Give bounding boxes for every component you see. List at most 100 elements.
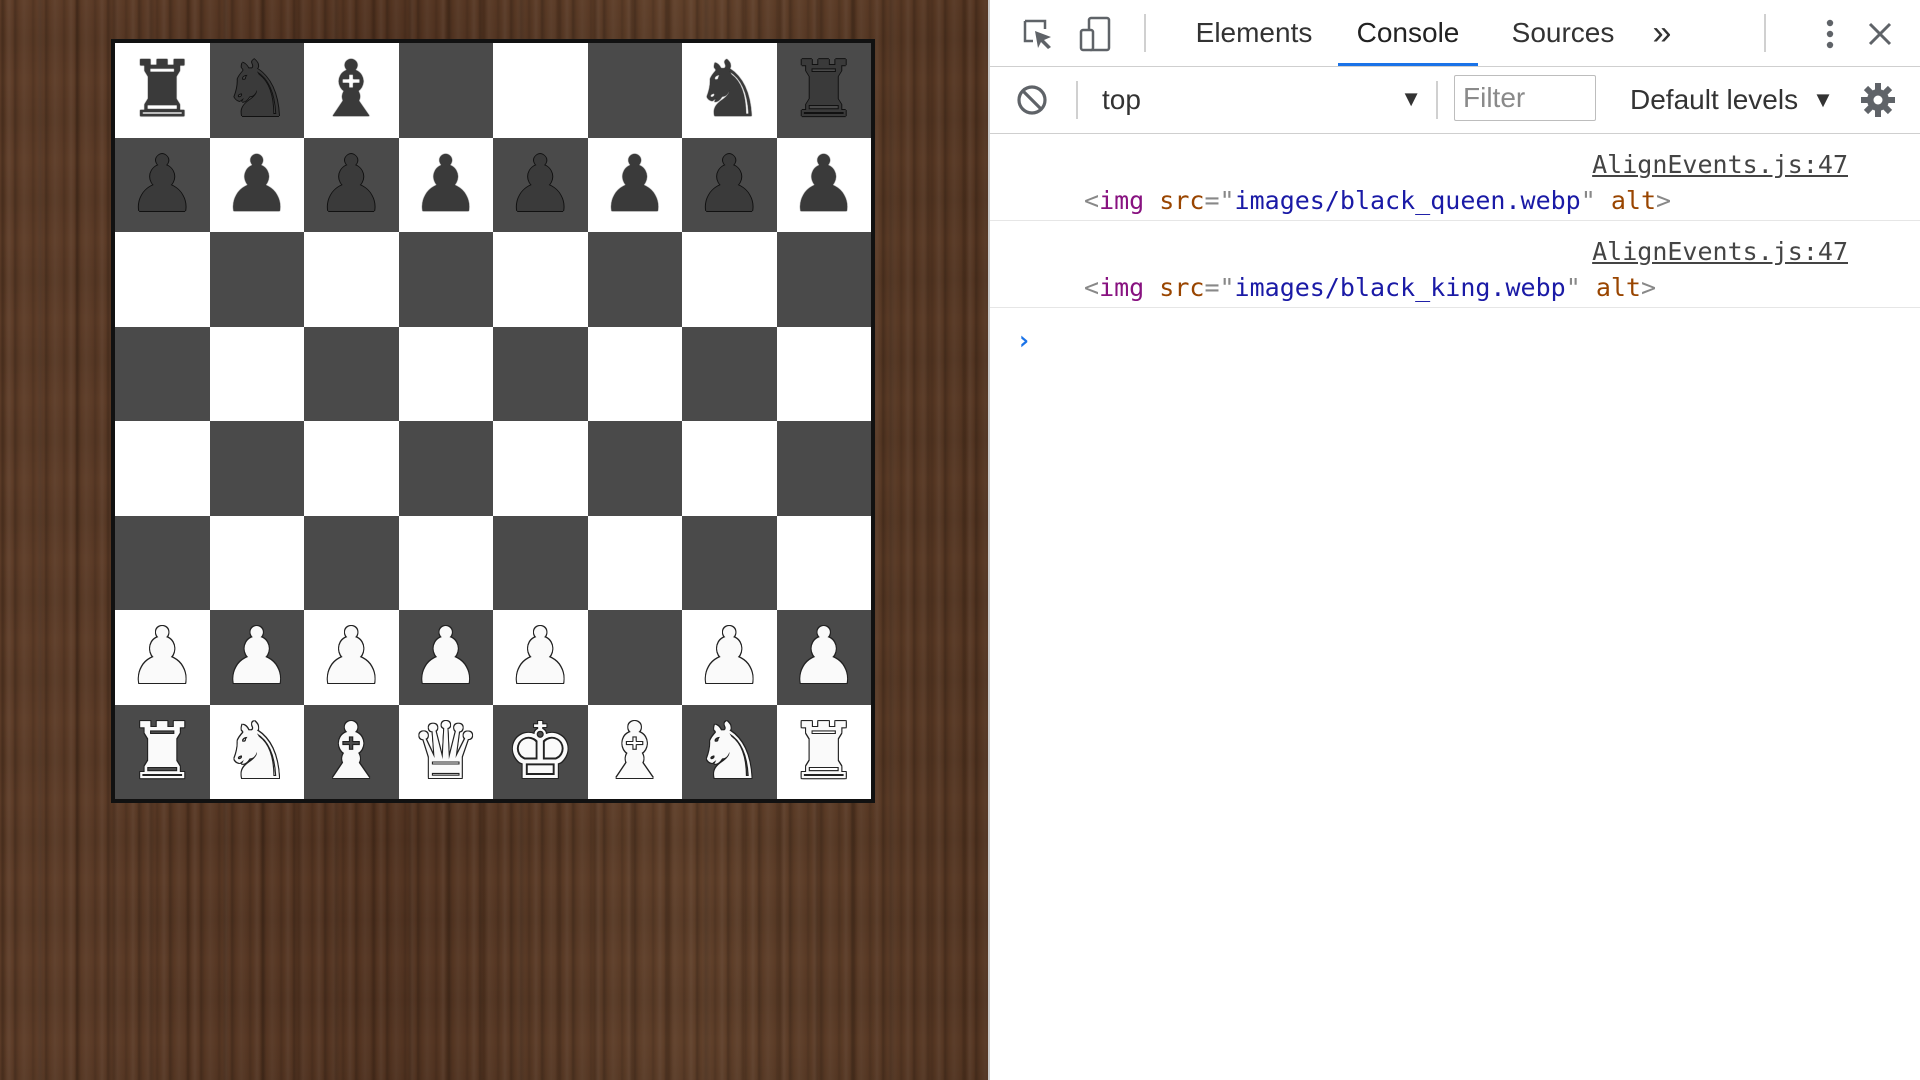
log-levels-select[interactable]: Default levels ▼ — [1630, 80, 1834, 120]
board-square[interactable]: ♟ — [682, 610, 777, 705]
white-pawn-icon[interactable]: ♟ — [789, 618, 859, 696]
board-square[interactable] — [209, 232, 304, 327]
board-square[interactable] — [115, 421, 210, 516]
black-pawn-icon[interactable]: ♟ — [222, 146, 292, 224]
board-square[interactable] — [398, 232, 493, 327]
board-square[interactable]: ♝ — [304, 43, 399, 138]
filter-input[interactable] — [1454, 75, 1596, 121]
board-square[interactable] — [493, 515, 588, 610]
board-square[interactable] — [682, 326, 777, 421]
board-square[interactable]: ♟ — [115, 610, 210, 705]
board-square[interactable] — [209, 515, 304, 610]
board-square[interactable] — [493, 232, 588, 327]
black-pawn-icon[interactable]: ♟ — [600, 146, 670, 224]
board-square[interactable]: ♜ — [776, 704, 871, 799]
board-square[interactable] — [115, 515, 210, 610]
board-square[interactable] — [115, 326, 210, 421]
gear-icon[interactable] — [1858, 80, 1898, 120]
board-square[interactable] — [304, 421, 399, 516]
black-rook-icon[interactable]: ♜ — [127, 51, 197, 129]
board-square[interactable]: ♝ — [587, 704, 682, 799]
board-square[interactable] — [776, 515, 871, 610]
black-knight-icon[interactable]: ♞ — [694, 51, 764, 129]
white-rook-icon[interactable]: ♜ — [789, 713, 859, 791]
board-square[interactable] — [493, 421, 588, 516]
white-knight-icon[interactable]: ♞ — [222, 713, 292, 791]
board-square[interactable]: ♞ — [682, 43, 777, 138]
board-square[interactable] — [587, 326, 682, 421]
tab-console[interactable]: Console — [1338, 0, 1478, 66]
board-square[interactable]: ♟ — [209, 610, 304, 705]
board-square[interactable]: ♟ — [776, 137, 871, 232]
board-square[interactable]: ♜ — [115, 704, 210, 799]
board-square[interactable] — [587, 610, 682, 705]
white-pawn-icon[interactable]: ♟ — [694, 618, 764, 696]
board-square[interactable]: ♟ — [587, 137, 682, 232]
board-square[interactable] — [493, 326, 588, 421]
board-square[interactable]: ♟ — [398, 610, 493, 705]
black-pawn-icon[interactable]: ♟ — [127, 146, 197, 224]
board-square[interactable] — [209, 421, 304, 516]
board-square[interactable]: ♚ — [493, 704, 588, 799]
white-queen-icon[interactable]: ♛ — [411, 713, 481, 791]
board-square[interactable]: ♟ — [304, 610, 399, 705]
board-square[interactable]: ♟ — [493, 137, 588, 232]
board-square[interactable] — [587, 421, 682, 516]
board-square[interactable]: ♟ — [398, 137, 493, 232]
console-prompt[interactable]: › — [1016, 326, 1032, 356]
black-bishop-icon[interactable]: ♝ — [316, 51, 386, 129]
board-square[interactable] — [587, 515, 682, 610]
black-knight-icon[interactable]: ♞ — [222, 51, 292, 129]
log-message[interactable]: <img src="images/black_king.webp" alt> — [1084, 273, 1656, 302]
board-square[interactable] — [682, 421, 777, 516]
tab-sources[interactable]: Sources — [1488, 0, 1638, 66]
board-square[interactable]: ♟ — [115, 137, 210, 232]
board-square[interactable]: ♟ — [304, 137, 399, 232]
black-pawn-icon[interactable]: ♟ — [789, 146, 859, 224]
board-square[interactable]: ♜ — [776, 43, 871, 138]
clear-console-icon[interactable] — [1012, 80, 1052, 120]
board-square[interactable] — [304, 326, 399, 421]
white-pawn-icon[interactable]: ♟ — [411, 618, 481, 696]
white-pawn-icon[interactable]: ♟ — [316, 618, 386, 696]
log-source-link[interactable]: AlignEvents.js:47 — [1592, 150, 1848, 179]
board-square[interactable]: ♟ — [682, 137, 777, 232]
board-square[interactable]: ♞ — [209, 704, 304, 799]
board-square[interactable] — [776, 232, 871, 327]
board-square[interactable] — [493, 43, 588, 138]
board-square[interactable]: ♝ — [304, 704, 399, 799]
execution-context-select[interactable]: top ▼ — [1102, 80, 1422, 120]
log-source-link[interactable]: AlignEvents.js:47 — [1592, 237, 1848, 266]
kebab-menu-icon[interactable] — [1810, 14, 1850, 54]
black-pawn-icon[interactable]: ♟ — [505, 146, 575, 224]
black-pawn-icon[interactable]: ♟ — [694, 146, 764, 224]
white-bishop-icon[interactable]: ♝ — [600, 713, 670, 791]
board-square[interactable]: ♛ — [398, 704, 493, 799]
board-square[interactable]: ♞ — [209, 43, 304, 138]
board-square[interactable] — [304, 515, 399, 610]
log-message[interactable]: <img src="images/black_queen.webp" alt> — [1084, 186, 1671, 215]
board-square[interactable] — [398, 43, 493, 138]
board-square[interactable] — [776, 326, 871, 421]
board-square[interactable] — [398, 326, 493, 421]
more-tabs-icon[interactable]: » — [1638, 0, 1686, 66]
board-square[interactable] — [398, 421, 493, 516]
device-toolbar-icon[interactable] — [1076, 14, 1116, 54]
board-square[interactable]: ♟ — [209, 137, 304, 232]
board-square[interactable]: ♟ — [493, 610, 588, 705]
black-pawn-icon[interactable]: ♟ — [411, 146, 481, 224]
board-square[interactable] — [682, 232, 777, 327]
white-bishop-icon[interactable]: ♝ — [316, 713, 386, 791]
board-square[interactable] — [587, 43, 682, 138]
black-pawn-icon[interactable]: ♟ — [316, 146, 386, 224]
white-pawn-icon[interactable]: ♟ — [222, 618, 292, 696]
board-square[interactable]: ♞ — [682, 704, 777, 799]
inspect-element-icon[interactable] — [1018, 14, 1058, 54]
white-pawn-icon[interactable]: ♟ — [127, 618, 197, 696]
board-square[interactable] — [682, 515, 777, 610]
board-square[interactable] — [115, 232, 210, 327]
white-rook-icon[interactable]: ♜ — [127, 713, 197, 791]
black-rook-icon[interactable]: ♜ — [789, 51, 859, 129]
board-square[interactable] — [776, 421, 871, 516]
white-knight-icon[interactable]: ♞ — [694, 713, 764, 791]
